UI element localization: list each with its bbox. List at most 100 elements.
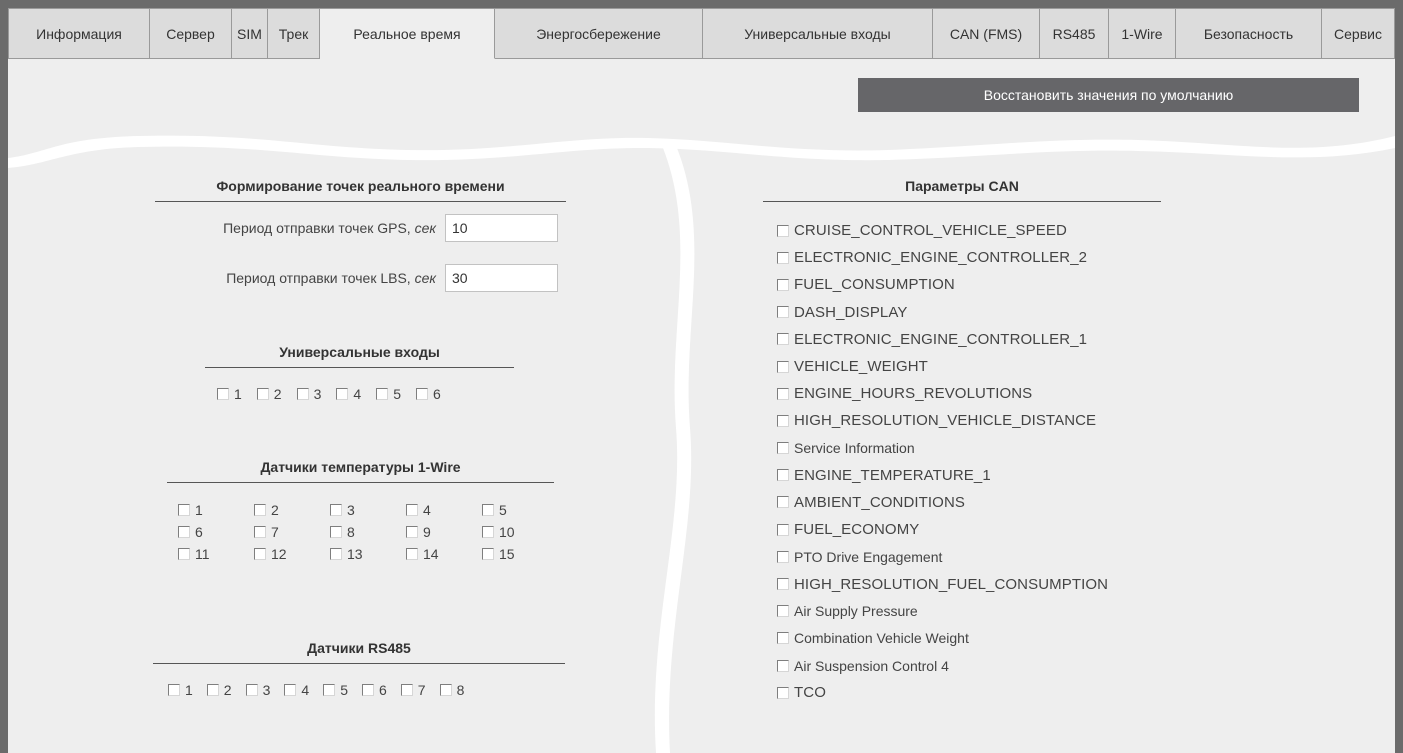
universal-input-checkbox[interactable]: 4	[336, 386, 361, 402]
can-param-checkbox[interactable]: VEHICLE_WEIGHT	[777, 353, 1108, 380]
universal-input-checkbox[interactable]: 6	[415, 386, 441, 402]
checkbox-icon[interactable]	[406, 526, 418, 538]
checkbox-icon[interactable]	[178, 548, 190, 560]
rs485-sensor-checkbox[interactable]: 6	[361, 682, 387, 698]
onewire-sensor-checkbox[interactable]: 9	[406, 524, 482, 540]
checkbox-icon[interactable]	[406, 504, 418, 516]
checkbox-icon[interactable]	[439, 684, 452, 696]
checkbox-icon[interactable]	[256, 388, 269, 400]
checkbox-icon[interactable]	[323, 684, 336, 696]
checkbox-icon[interactable]	[777, 414, 789, 427]
checkbox-icon[interactable]	[400, 684, 413, 696]
rs485-sensor-checkbox[interactable]: 8	[439, 682, 464, 698]
checkbox-icon[interactable]	[777, 442, 789, 455]
checkbox-icon[interactable]	[206, 684, 219, 696]
rs485-sensor-checkbox[interactable]: 7	[400, 682, 426, 698]
can-param-checkbox[interactable]: TCO	[777, 679, 1108, 706]
checkbox-icon[interactable]	[777, 306, 789, 319]
lbs-period-input[interactable]	[445, 264, 558, 292]
onewire-sensor-checkbox[interactable]: 5	[482, 502, 558, 518]
checkbox-icon[interactable]	[482, 504, 494, 516]
can-param-checkbox[interactable]: PTO Drive Engagement	[777, 543, 1108, 570]
universal-input-checkbox[interactable]: 2	[256, 386, 282, 402]
rs485-sensor-checkbox[interactable]: 1	[168, 682, 193, 698]
onewire-sensor-checkbox[interactable]: 4	[406, 502, 482, 518]
can-param-checkbox[interactable]: ENGINE_HOURS_REVOLUTIONS	[777, 380, 1108, 407]
checkbox-icon[interactable]	[777, 686, 789, 699]
universal-input-checkbox[interactable]: 1	[217, 386, 242, 402]
checkbox-icon[interactable]	[330, 548, 342, 560]
onewire-sensor-checkbox[interactable]: 10	[482, 524, 558, 540]
checkbox-icon[interactable]	[254, 548, 266, 560]
can-param-checkbox[interactable]: HIGH_RESOLUTION_VEHICLE_DISTANCE	[777, 407, 1108, 434]
checkbox-icon[interactable]	[777, 496, 789, 509]
can-param-checkbox[interactable]: Air Suspension Control 4	[777, 652, 1108, 679]
checkbox-icon[interactable]	[336, 388, 349, 400]
checkbox-label: 6	[378, 682, 387, 698]
gps-period-input[interactable]	[445, 214, 558, 242]
checkbox-icon[interactable]	[361, 684, 374, 696]
onewire-sensor-checkbox[interactable]: 2	[254, 502, 330, 518]
checkbox-icon[interactable]	[178, 526, 190, 538]
checkbox-icon[interactable]	[777, 550, 789, 563]
onewire-sensor-checkbox[interactable]: 15	[482, 546, 558, 562]
checkbox-icon[interactable]	[777, 578, 789, 591]
universal-input-checkbox[interactable]: 3	[296, 386, 321, 402]
checkbox-icon[interactable]	[415, 388, 428, 400]
can-param-checkbox[interactable]: Service Information	[777, 435, 1108, 462]
checkbox-icon[interactable]	[482, 548, 494, 560]
can-param-checkbox[interactable]: FUEL_CONSUMPTION	[777, 271, 1108, 298]
checkbox-icon[interactable]	[777, 224, 789, 237]
onewire-sensor-checkbox[interactable]: 13	[330, 546, 406, 562]
onewire-sensor-checkbox[interactable]: 12	[254, 546, 330, 562]
checkbox-icon[interactable]	[777, 605, 789, 618]
checkbox-icon[interactable]	[168, 684, 180, 696]
checkbox-icon[interactable]	[217, 388, 229, 400]
rs485-sensor-checkbox[interactable]: 5	[323, 682, 348, 698]
checkbox-label: 4	[353, 386, 362, 402]
onewire-sensor-checkbox[interactable]: 11	[178, 546, 254, 562]
checkbox-icon[interactable]	[296, 388, 309, 400]
checkbox-icon[interactable]	[777, 523, 789, 536]
checkbox-icon[interactable]	[777, 278, 789, 291]
checkbox-icon[interactable]	[178, 504, 190, 516]
rs485-sensor-checkbox[interactable]: 3	[245, 682, 271, 698]
checkbox-label: 3	[262, 682, 271, 698]
onewire-sensor-checkbox[interactable]: 1	[178, 502, 254, 518]
checkbox-icon[interactable]	[376, 388, 389, 400]
checkbox-icon[interactable]	[777, 469, 789, 482]
checkbox-icon[interactable]	[254, 504, 266, 516]
can-param-checkbox[interactable]: CRUISE_CONTROL_VEHICLE_SPEED	[777, 217, 1108, 244]
rs485-sensor-checkbox[interactable]: 2	[206, 682, 232, 698]
checkbox-icon[interactable]	[777, 251, 789, 264]
onewire-sensor-checkbox[interactable]: 6	[178, 524, 254, 540]
can-param-checkbox[interactable]: ENGINE_TEMPERATURE_1	[777, 462, 1108, 489]
checkbox-icon[interactable]	[482, 526, 494, 538]
checkbox-icon[interactable]	[777, 360, 789, 373]
checkbox-icon[interactable]	[777, 387, 789, 400]
checkbox-icon[interactable]	[777, 333, 789, 346]
checkbox-icon[interactable]	[777, 659, 789, 672]
checkbox-icon[interactable]	[777, 632, 789, 645]
onewire-sensor-checkbox[interactable]: 7	[254, 524, 330, 540]
onewire-sensor-checkbox[interactable]: 3	[330, 502, 406, 518]
universal-input-checkbox[interactable]: 5	[376, 386, 401, 402]
checkbox-icon[interactable]	[284, 684, 297, 696]
checkbox-label: VEHICLE_WEIGHT	[794, 358, 928, 376]
can-param-checkbox[interactable]: Air Supply Pressure	[777, 598, 1108, 625]
checkbox-icon[interactable]	[330, 504, 342, 516]
can-param-checkbox[interactable]: ELECTRONIC_ENGINE_CONTROLLER_1	[777, 326, 1108, 353]
can-param-checkbox[interactable]: ELECTRONIC_ENGINE_CONTROLLER_2	[777, 244, 1108, 271]
checkbox-icon[interactable]	[330, 526, 342, 538]
onewire-sensor-checkbox[interactable]: 14	[406, 546, 482, 562]
can-param-checkbox[interactable]: Combination Vehicle Weight	[777, 625, 1108, 652]
onewire-sensor-checkbox[interactable]: 8	[330, 524, 406, 540]
rs485-sensor-checkbox[interactable]: 4	[284, 682, 309, 698]
checkbox-icon[interactable]	[254, 526, 266, 538]
checkbox-icon[interactable]	[406, 548, 418, 560]
can-param-checkbox[interactable]: HIGH_RESOLUTION_FUEL_CONSUMPTION	[777, 570, 1108, 597]
checkbox-icon[interactable]	[245, 684, 258, 696]
can-param-checkbox[interactable]: AMBIENT_CONDITIONS	[777, 489, 1108, 516]
can-param-checkbox[interactable]: FUEL_ECONOMY	[777, 516, 1108, 543]
can-param-checkbox[interactable]: DASH_DISPLAY	[777, 299, 1108, 326]
